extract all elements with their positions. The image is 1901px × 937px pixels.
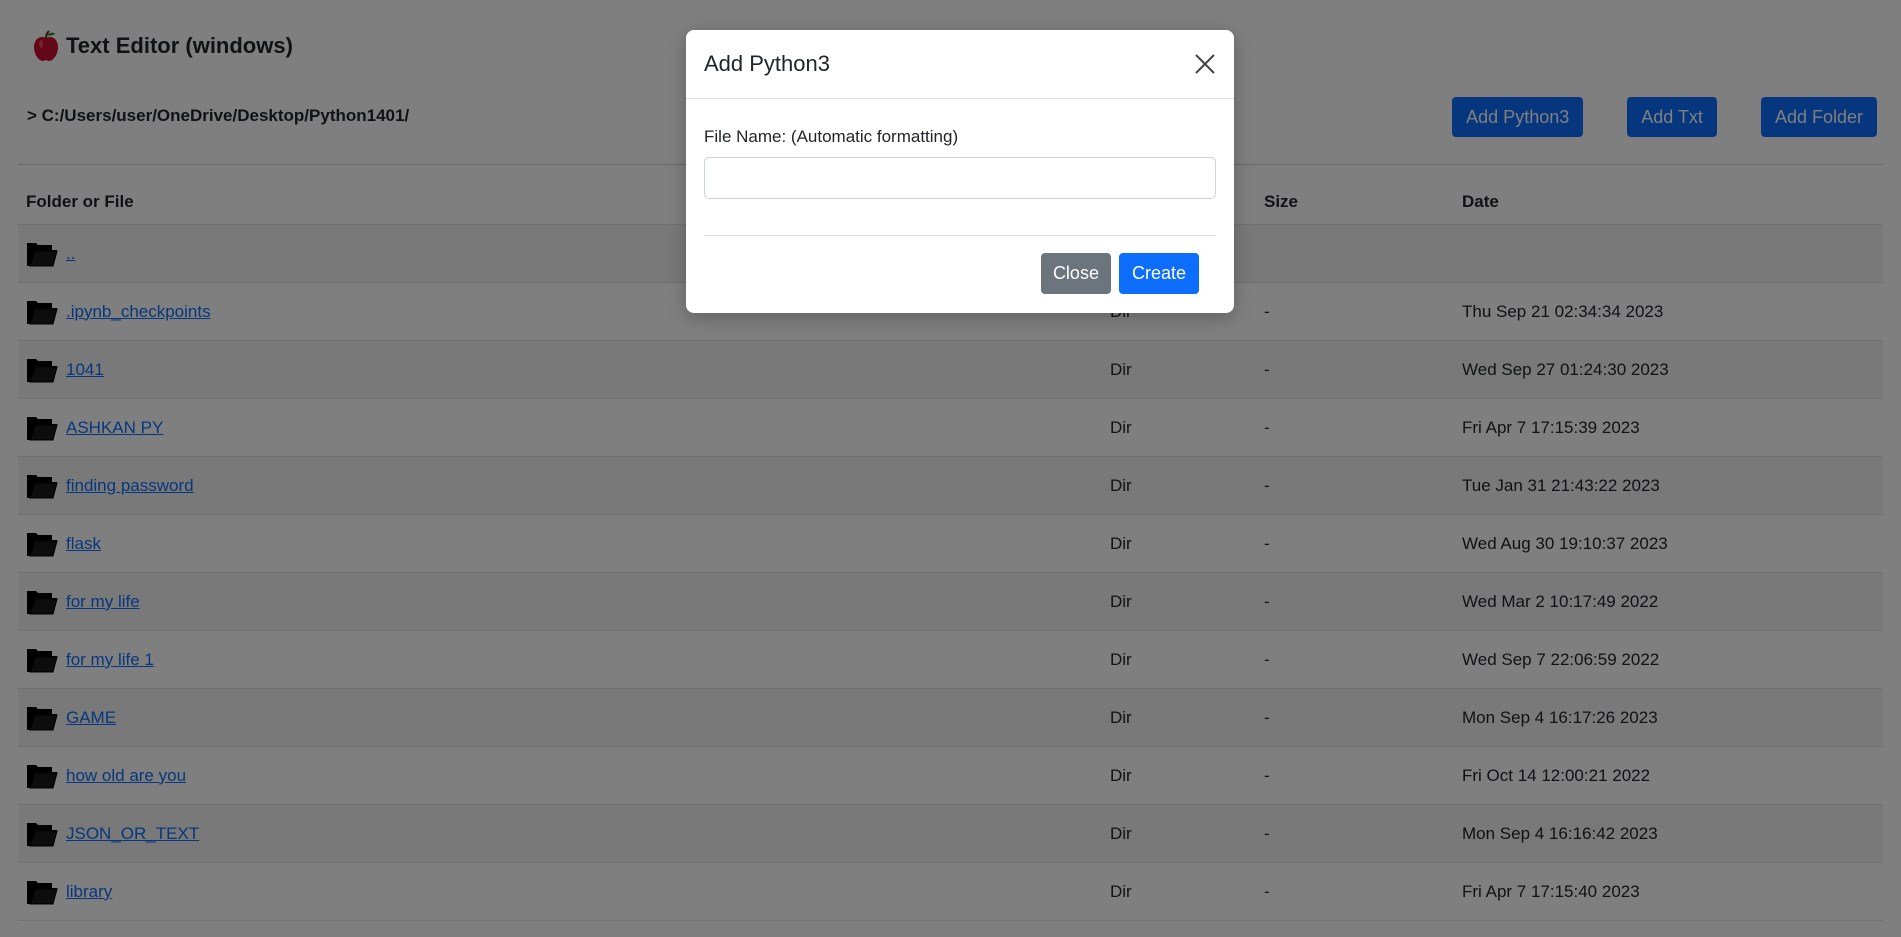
close-button[interactable]: Close	[1040, 253, 1111, 294]
close-icon[interactable]	[1192, 51, 1218, 77]
file-name-label: File Name: (Automatic formatting)	[704, 127, 959, 146]
modal-header: Add Python3	[686, 30, 1234, 99]
file-name-input[interactable]	[704, 157, 1216, 199]
modal-body: File Name: (Automatic formatting)	[686, 99, 1234, 217]
page: Text Editor (windows) > C:/Users/user/On…	[0, 0, 1901, 937]
add-python-modal: Add Python3 File Name: (Automatic format…	[686, 30, 1234, 313]
modal-footer: Close Create	[686, 236, 1234, 294]
modal-title: Add Python3	[704, 51, 830, 76]
create-button[interactable]: Create	[1118, 253, 1199, 294]
